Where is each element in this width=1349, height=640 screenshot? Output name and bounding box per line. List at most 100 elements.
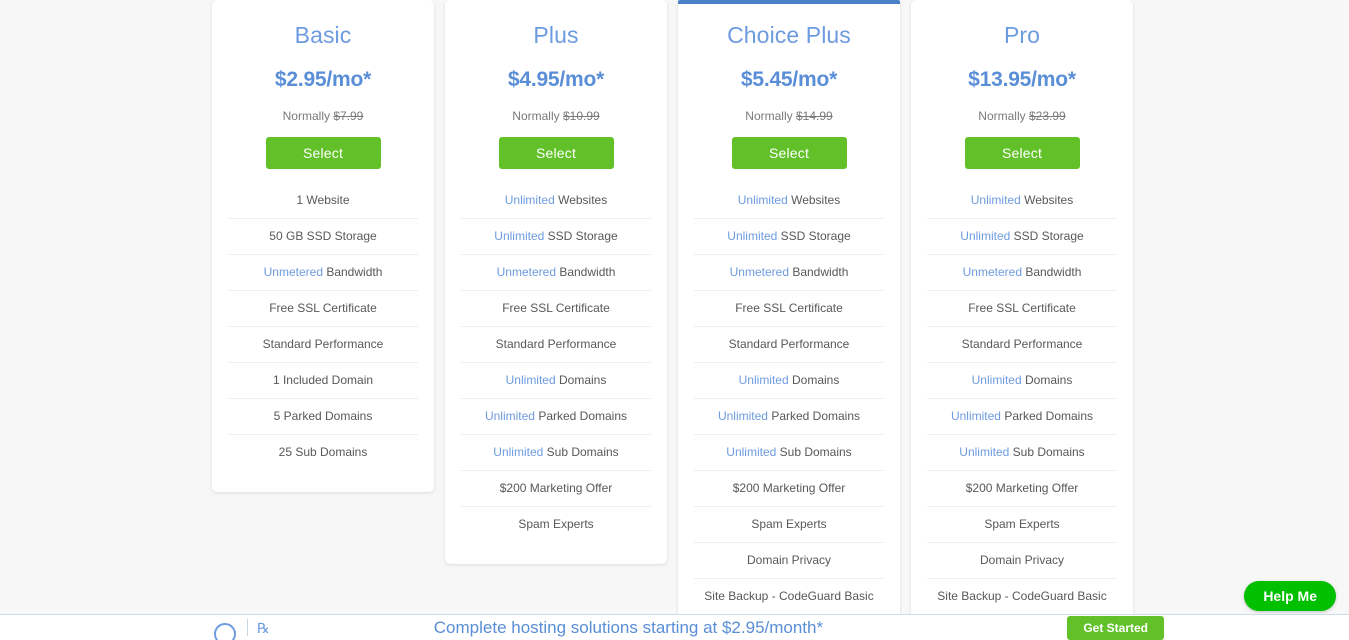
feature-text: Domains [555,372,607,387]
pricing-plans-grid: Basic $2.95/mo* Normally $7.99 Select 1 Webs… [212,0,1137,640]
promo-tagline: Complete hosting solutions starting at $… [433,617,824,637]
feature-item: 50 GB SSD Storage [228,217,418,254]
feature-item: Unlimited SSD Storage [461,217,651,254]
plan-normally-price: Normally $14.99 [688,109,890,123]
feature-item: Unmetered Bandwidth [461,253,651,290]
feature-item: Standard Performance [694,325,884,362]
plan-card-plus: Plus $4.95/mo* Normally $10.99 Select Unlimi… [445,0,667,564]
feature-item: Free SSL Certificate [694,289,884,326]
feature-highlight: Unlimited [494,228,545,243]
feature-text: Standard Performance [961,336,1083,351]
plan-header: Choice Plus $5.45/mo* Normally $14.99 Selec… [678,4,900,169]
feature-text: Standard Performance [495,336,617,351]
plan-feature-list: Unlimited Websites Unlimited SSD Storage U… [927,183,1117,640]
divider [247,619,248,636]
original-price: $10.99 [562,108,600,123]
rupee-glyph-icon: ℞ [257,619,270,636]
feature-text: 1 Website [296,192,350,207]
feature-item: Unlimited SSD Storage [927,217,1117,254]
normally-label: Normally [282,108,330,123]
feature-text: 5 Parked Domains [273,408,373,423]
feature-text: Spam Experts [518,516,594,531]
feature-item: Unlimited Websites [461,183,651,218]
original-price: $23.99 [1028,108,1066,123]
feature-text: 1 Included Domain [272,372,374,387]
feature-text: SSD Storage [777,228,851,243]
feature-highlight: Unlimited [493,444,544,459]
select-button[interactable]: Select [731,136,847,169]
select-button[interactable]: Select [964,136,1080,169]
plan-name: Choice Plus [727,22,851,48]
plan-header: Basic $2.95/mo* Normally $7.99 Select [212,0,434,169]
bottom-promo-bar: ℞ Complete hosting solutions starting at… [0,614,1349,640]
plan-price: $5.45/mo* [740,67,838,91]
feature-item: Unlimited Websites [927,183,1117,218]
feature-text: Bandwidth [1022,264,1082,279]
feature-item: Free SSL Certificate [228,289,418,326]
feature-item: Free SSL Certificate [461,289,651,326]
feature-text: Bandwidth [323,264,383,279]
feature-item: Free SSL Certificate [927,289,1117,326]
feature-item: Standard Performance [461,325,651,362]
plan-price: $4.95/mo* [507,67,605,91]
plan-card-pro: Pro $13.95/mo* Normally $23.99 Select Unlimi… [911,0,1133,640]
select-button[interactable]: Select [498,136,614,169]
feature-item: Domain Privacy [927,541,1117,578]
feature-text: Websites [554,192,608,207]
plan-price: $13.95/mo* [968,67,1076,91]
feature-highlight: Unmetered [263,264,323,279]
feature-highlight: Unmetered [729,264,789,279]
feature-text: Websites [1020,192,1074,207]
feature-item: Unlimited SSD Storage [694,217,884,254]
feature-text: Free SSL Certificate [502,300,610,315]
feature-item: Site Backup - CodeGuard Basic [927,577,1117,614]
plan-normally-price: Normally $23.99 [921,109,1123,123]
feature-item: Unlimited Parked Domains [461,397,651,434]
feature-text: Site Backup - CodeGuard Basic [937,588,1107,603]
feature-text: Bandwidth [789,264,849,279]
feature-item: Unlimited Domains [461,361,651,398]
feature-item: 25 Sub Domains [228,433,418,470]
feature-text: Spam Experts [751,516,827,531]
feature-item: Site Backup - CodeGuard Basic [694,577,884,614]
feature-highlight: Unlimited [959,444,1010,459]
feature-item: 1 Website [228,183,418,218]
feature-text: Sub Domains [543,444,619,459]
feature-text: Sub Domains [1009,444,1085,459]
feature-highlight: Unlimited [726,444,777,459]
feature-text: Parked Domains [767,408,861,423]
feature-item: Unlimited Parked Domains [694,397,884,434]
feature-text: Domain Privacy [746,552,832,567]
feature-highlight: Unlimited [717,408,768,423]
feature-text: Parked Domains [1000,408,1094,423]
feature-text: Parked Domains [534,408,628,423]
feature-highlight: Unlimited [950,408,1001,423]
feature-text: Free SSL Certificate [269,300,377,315]
feature-text: Domains [1021,372,1073,387]
feature-text: SSD Storage [544,228,618,243]
feature-text: $200 Marketing Offer [965,480,1079,495]
feature-item: $200 Marketing Offer [927,469,1117,506]
get-started-button[interactable]: Get Started [1067,615,1164,640]
feature-text: Websites [787,192,841,207]
plan-header: Plus $4.95/mo* Normally $10.99 Select [445,0,667,169]
feature-item: Unmetered Bandwidth [694,253,884,290]
feature-text: Free SSL Certificate [968,300,1076,315]
feature-item: Unlimited Websites [694,183,884,218]
normally-label: Normally [978,108,1026,123]
bottom-bar-branding: ℞ [212,615,270,640]
normally-label: Normally [745,108,793,123]
help-me-button[interactable]: Help Me [1244,581,1336,611]
feature-highlight: Unlimited [737,192,788,207]
feature-item: Standard Performance [228,325,418,362]
plan-name: Plus [533,22,579,48]
feature-text: Standard Performance [262,336,384,351]
plan-header: Pro $13.95/mo* Normally $23.99 Select [911,0,1133,169]
feature-text: SSD Storage [1010,228,1084,243]
feature-item: Standard Performance [927,325,1117,362]
select-button[interactable]: Select [265,136,381,169]
feature-text: Bandwidth [556,264,616,279]
feature-highlight: Unlimited [738,372,789,387]
plan-feature-list: Unlimited Websites Unlimited SSD Storage U… [694,183,884,614]
feature-text: $200 Marketing Offer [499,480,613,495]
